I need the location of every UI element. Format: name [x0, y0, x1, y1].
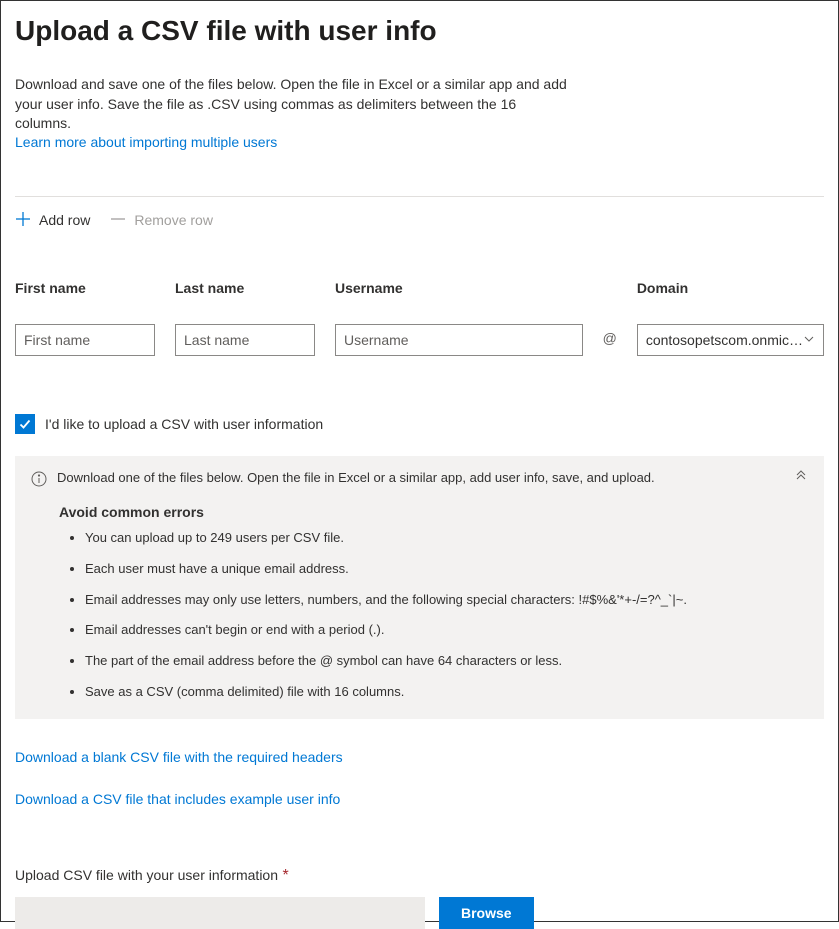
panel-tip: The part of the email address before the… — [85, 653, 808, 670]
remove-row-button: Remove row — [110, 211, 213, 230]
add-row-button[interactable]: Add row — [15, 211, 90, 230]
last-name-input[interactable] — [175, 324, 315, 356]
first-name-label: First name — [15, 280, 155, 296]
info-icon — [31, 471, 47, 492]
panel-tip: Email addresses may only use letters, nu… — [85, 592, 808, 609]
page-description: Download and save one of the files below… — [15, 75, 575, 134]
panel-tip: Email addresses can't begin or end with … — [85, 622, 808, 639]
last-name-label: Last name — [175, 280, 315, 296]
download-blank-csv-link[interactable]: Download a blank CSV file with the requi… — [15, 749, 824, 765]
section-divider — [15, 196, 824, 197]
panel-tip: You can upload up to 249 users per CSV f… — [85, 530, 808, 547]
upload-csv-checkbox-label: I'd like to upload a CSV with user infor… — [45, 416, 323, 432]
username-input[interactable] — [335, 324, 583, 356]
upload-csv-checkbox[interactable] — [15, 414, 35, 434]
add-row-label: Add row — [39, 212, 90, 228]
domain-value: contosopetscom.onmic… — [646, 332, 803, 348]
upload-file-label: Upload CSV file with your user informati… — [15, 867, 278, 883]
page-title: Upload a CSV file with user info — [15, 15, 824, 47]
minus-icon — [110, 211, 126, 230]
learn-more-link[interactable]: Learn more about importing multiple user… — [15, 134, 277, 150]
panel-tip: Each user must have a unique email addre… — [85, 561, 808, 578]
username-label: Username — [335, 280, 583, 296]
panel-intro-text: Download one of the files below. Open th… — [57, 470, 784, 485]
plus-icon — [15, 211, 31, 230]
download-example-csv-link[interactable]: Download a CSV file that includes exampl… — [15, 791, 824, 807]
chevron-down-icon — [803, 332, 815, 348]
collapse-chevron-icon[interactable] — [794, 470, 808, 489]
remove-row-label: Remove row — [134, 212, 213, 228]
panel-tip: Save as a CSV (comma delimited) file wit… — [85, 684, 808, 701]
domain-select[interactable]: contosopetscom.onmic… — [637, 324, 824, 356]
browse-button[interactable]: Browse — [439, 897, 534, 929]
at-symbol: @ — [603, 280, 617, 346]
first-name-input[interactable] — [15, 324, 155, 356]
required-mark: * — [282, 867, 288, 884]
upload-file-field[interactable] — [15, 897, 425, 929]
info-panel: Download one of the files below. Open th… — [15, 456, 824, 719]
panel-subtitle: Avoid common errors — [59, 504, 808, 520]
domain-label: Domain — [637, 280, 824, 296]
